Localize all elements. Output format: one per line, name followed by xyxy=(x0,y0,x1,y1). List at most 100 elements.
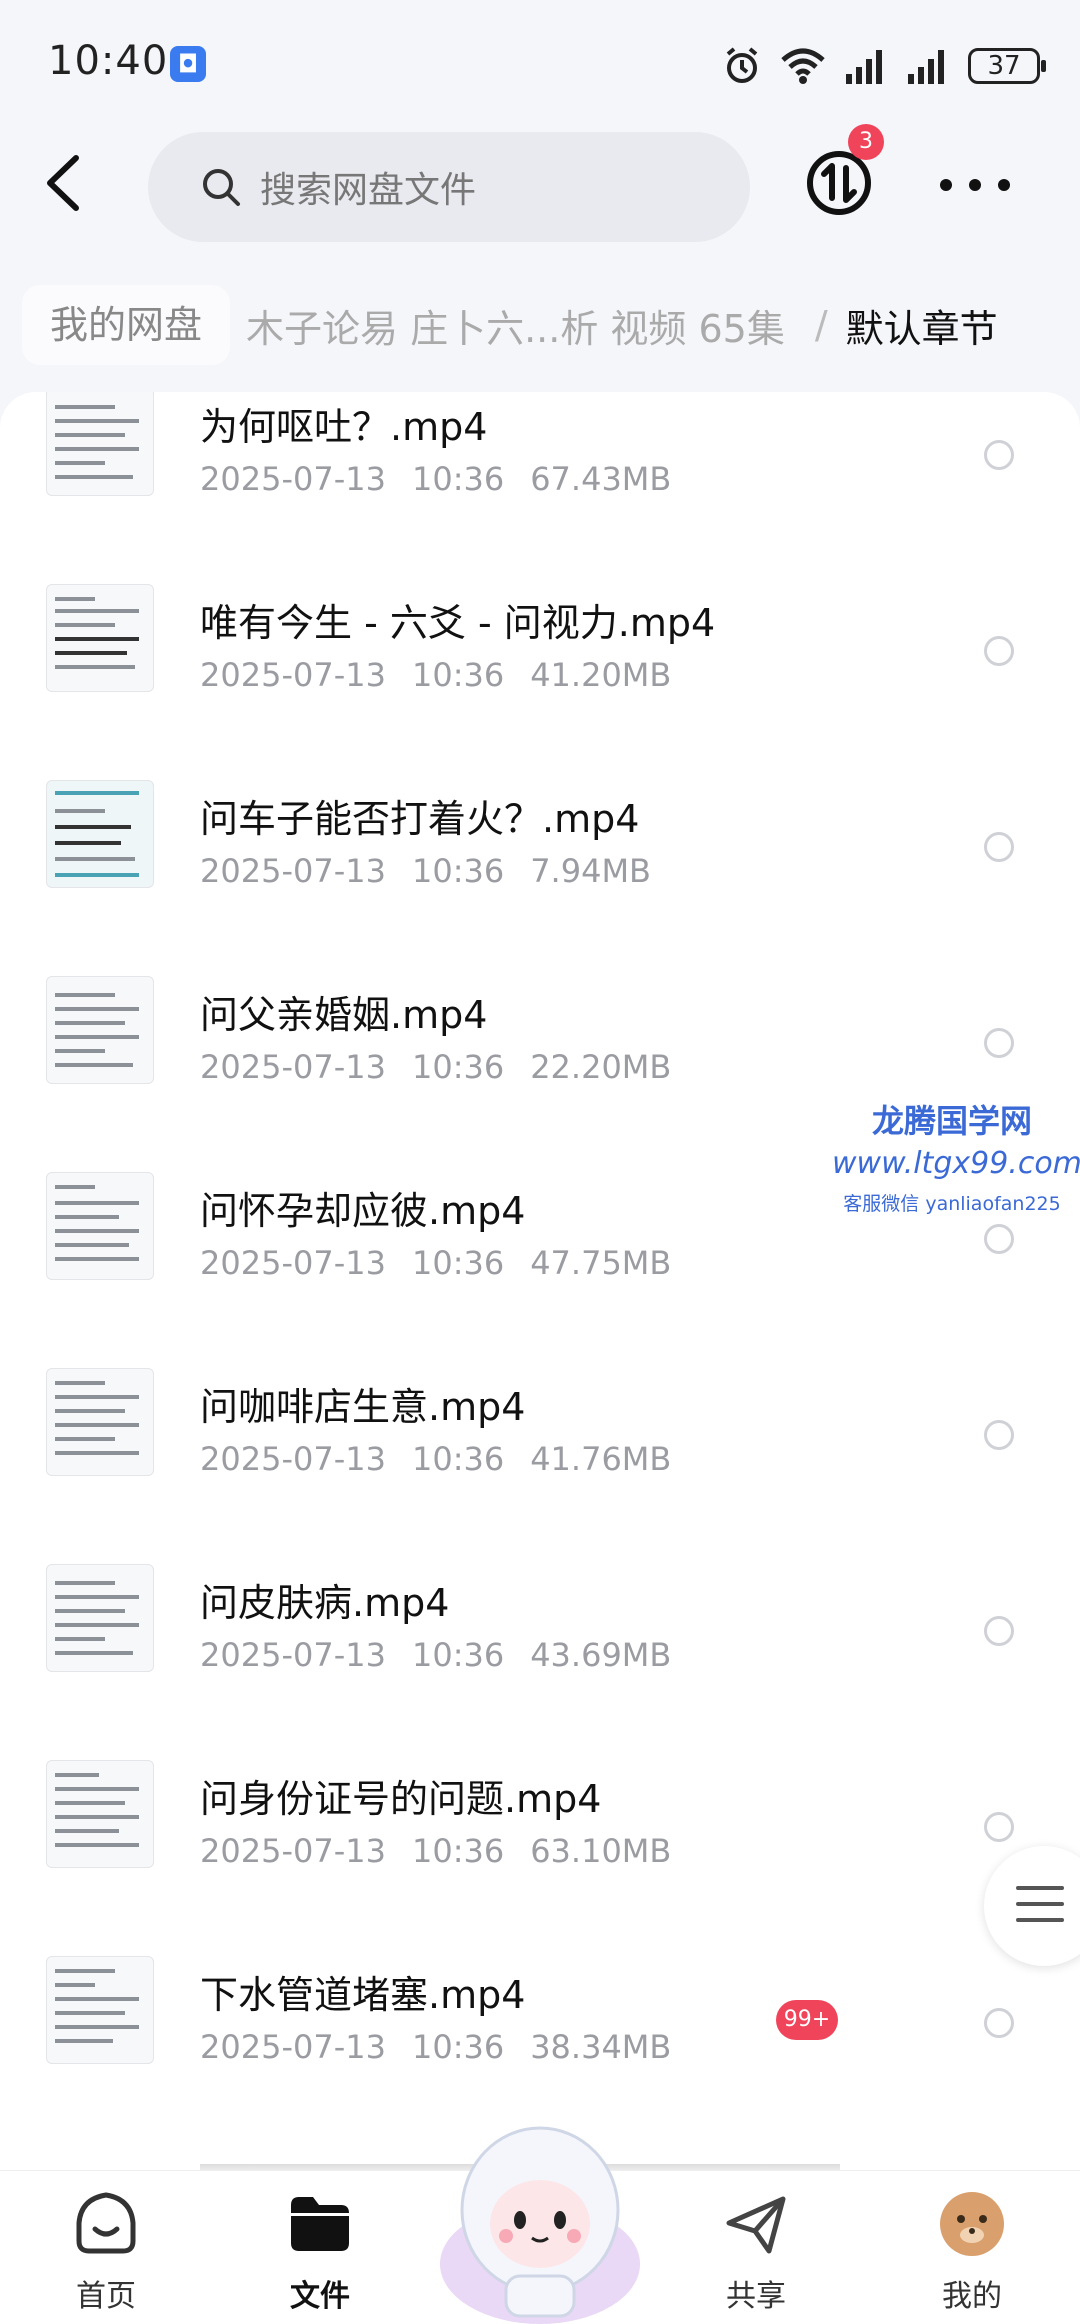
file-size: 22.20MB xyxy=(530,1048,672,1086)
signal-icon xyxy=(908,50,944,84)
file-name: 问怀孕却应彼.mp4 xyxy=(200,1189,526,1233)
list-item[interactable]: 为何呕吐？.mp4 2025-07-13 10:36 67.43MB xyxy=(0,392,1080,570)
back-button[interactable] xyxy=(36,150,96,216)
video-thumbnail xyxy=(46,1760,154,1868)
more-dot-icon xyxy=(940,179,952,191)
file-time: 10:36 xyxy=(411,1048,505,1086)
file-name: 问皮肤病.mp4 xyxy=(200,1581,450,1625)
file-size: 47.75MB xyxy=(530,1244,672,1282)
nav-home[interactable]: 首页 xyxy=(36,2189,176,2315)
menu-line-icon xyxy=(1016,1918,1064,1922)
file-name: 问咖啡店生意.mp4 xyxy=(200,1385,526,1429)
file-time: 10:36 xyxy=(411,2028,505,2066)
file-size: 38.34MB xyxy=(530,2028,672,2066)
select-radio[interactable] xyxy=(984,1812,1014,1842)
file-date: 2025-07-13 xyxy=(200,656,386,694)
nav-home-label: 首页 xyxy=(76,2279,136,2314)
file-name: 下水管道堵塞.mp4 xyxy=(200,1973,526,2017)
video-thumbnail xyxy=(46,780,154,888)
more-options-button[interactable] xyxy=(940,165,1010,205)
select-radio[interactable] xyxy=(984,2008,1014,2038)
file-size: 41.76MB xyxy=(530,1440,672,1478)
file-time: 10:36 xyxy=(411,656,505,694)
send-icon xyxy=(726,2196,786,2254)
file-meta: 2025-07-13 10:36 43.69MB xyxy=(200,1636,697,1674)
file-time: 10:36 xyxy=(411,1440,505,1478)
watermark-title: 龙腾国学网 xyxy=(871,1102,1032,1140)
list-item[interactable]: 下水管道堵塞.mp4 2025-07-13 10:36 38.34MB xyxy=(0,1942,1080,2138)
nav-files[interactable]: 文件 xyxy=(250,2189,390,2315)
file-date: 2025-07-13 xyxy=(200,2028,386,2066)
list-item[interactable]: 问皮肤病.mp4 2025-07-13 10:36 43.69MB xyxy=(0,1550,1080,1746)
file-time: 10:36 xyxy=(411,1832,505,1870)
select-radio[interactable] xyxy=(984,1028,1014,1058)
file-time: 10:36 xyxy=(411,1636,505,1674)
transfer-badge: 3 xyxy=(848,124,884,160)
nav-share-label: 共享 xyxy=(726,2279,786,2314)
breadcrumb-current: 默认章节 xyxy=(845,306,998,351)
breadcrumb-root[interactable]: 我的网盘 xyxy=(22,285,231,365)
video-thumbnail xyxy=(46,1172,154,1280)
status-time: 10:40 xyxy=(48,38,169,84)
file-size: 63.10MB xyxy=(530,1832,672,1870)
file-meta: 2025-07-13 10:36 47.75MB xyxy=(200,1244,697,1282)
file-date: 2025-07-13 xyxy=(200,1244,386,1282)
select-radio[interactable] xyxy=(984,832,1014,862)
file-name: 问车子能否打着火？.mp4 xyxy=(200,797,640,841)
wifi-icon xyxy=(781,48,825,84)
nav-share[interactable]: 共享 xyxy=(686,2189,826,2315)
select-radio[interactable] xyxy=(984,1224,1014,1254)
video-thumbnail xyxy=(46,1956,154,2064)
file-date: 2025-07-13 xyxy=(200,460,386,498)
file-size: 41.20MB xyxy=(530,656,672,694)
video-thumbnail xyxy=(46,1368,154,1476)
list-item[interactable]: 问身份证号的问题.mp4 2025-07-13 10:36 63.10MB xyxy=(0,1746,1080,1942)
avatar xyxy=(940,2192,1004,2256)
app-notification-icon: ◘ xyxy=(170,46,206,82)
file-meta: 2025-07-13 10:36 41.76MB xyxy=(200,1440,697,1478)
battery-icon: 37 xyxy=(968,48,1046,84)
file-size: 67.43MB xyxy=(530,460,672,498)
video-thumbnail xyxy=(46,584,154,692)
file-date: 2025-07-13 xyxy=(200,1832,386,1870)
signal-icon xyxy=(846,50,882,84)
file-meta: 2025-07-13 10:36 7.94MB xyxy=(200,852,677,890)
more-dot-icon xyxy=(969,179,981,191)
ai-assistant-button[interactable] xyxy=(436,2114,644,2324)
file-time: 10:36 xyxy=(411,852,505,890)
breadcrumb: 我的网盘 木子论易 庄卜六...析 视频 65集 / 默认章节 xyxy=(0,270,1080,380)
select-radio[interactable] xyxy=(984,440,1014,470)
list-item[interactable]: 问车子能否打着火？.mp4 2025-07-13 10:36 7.94MB xyxy=(0,766,1080,962)
file-date: 2025-07-13 xyxy=(200,1440,386,1478)
video-thumbnail xyxy=(46,1564,154,1672)
breadcrumb-folder[interactable]: 木子论易 庄卜六...析 视频 65集 xyxy=(246,298,785,353)
file-time: 10:36 xyxy=(411,460,505,498)
nav-me[interactable]: 我的 xyxy=(902,2189,1042,2315)
file-meta: 2025-07-13 10:36 63.10MB xyxy=(200,1832,697,1870)
watermark: 龙腾国学网 www.ltgx99.com 客服微信 yanliaofan225 xyxy=(832,1096,1080,1216)
status-bar: 10:40 ◘ 37 xyxy=(0,0,1080,120)
share-badge: 99+ xyxy=(776,2000,838,2040)
file-name: 问身份证号的问题.mp4 xyxy=(200,1777,602,1821)
video-thumbnail xyxy=(46,976,154,1084)
file-time: 10:36 xyxy=(411,1244,505,1282)
file-meta: 2025-07-13 10:36 41.20MB xyxy=(200,656,697,694)
file-meta: 2025-07-13 10:36 38.34MB xyxy=(200,2028,697,2066)
home-icon xyxy=(76,2192,136,2254)
list-item[interactable]: 问咖啡店生意.mp4 2025-07-13 10:36 41.76MB xyxy=(0,1354,1080,1550)
file-size: 43.69MB xyxy=(530,1636,672,1674)
select-radio[interactable] xyxy=(984,636,1014,666)
file-date: 2025-07-13 xyxy=(200,1636,386,1674)
search-icon xyxy=(203,169,240,206)
file-date: 2025-07-13 xyxy=(200,852,386,890)
nav-files-label: 文件 xyxy=(290,2279,350,2314)
list-item[interactable]: 唯有今生 - 六爻 - 问视力.mp4 2025-07-13 10:36 41.20… xyxy=(0,570,1080,766)
file-list: 为何呕吐？.mp4 2025-07-13 10:36 67.43MB 唯有今生 - … xyxy=(0,392,1080,2172)
file-name: 唯有今生 - 六爻 - 问视力.mp4 xyxy=(200,601,716,645)
more-dot-icon xyxy=(998,179,1010,191)
watermark-contact: 客服微信 yanliaofan225 xyxy=(843,1193,1061,1215)
search-input[interactable]: 搜索网盘文件 xyxy=(148,132,750,242)
select-radio[interactable] xyxy=(984,1616,1014,1646)
nav-me-label: 我的 xyxy=(942,2279,1002,2314)
select-radio[interactable] xyxy=(984,1420,1014,1450)
